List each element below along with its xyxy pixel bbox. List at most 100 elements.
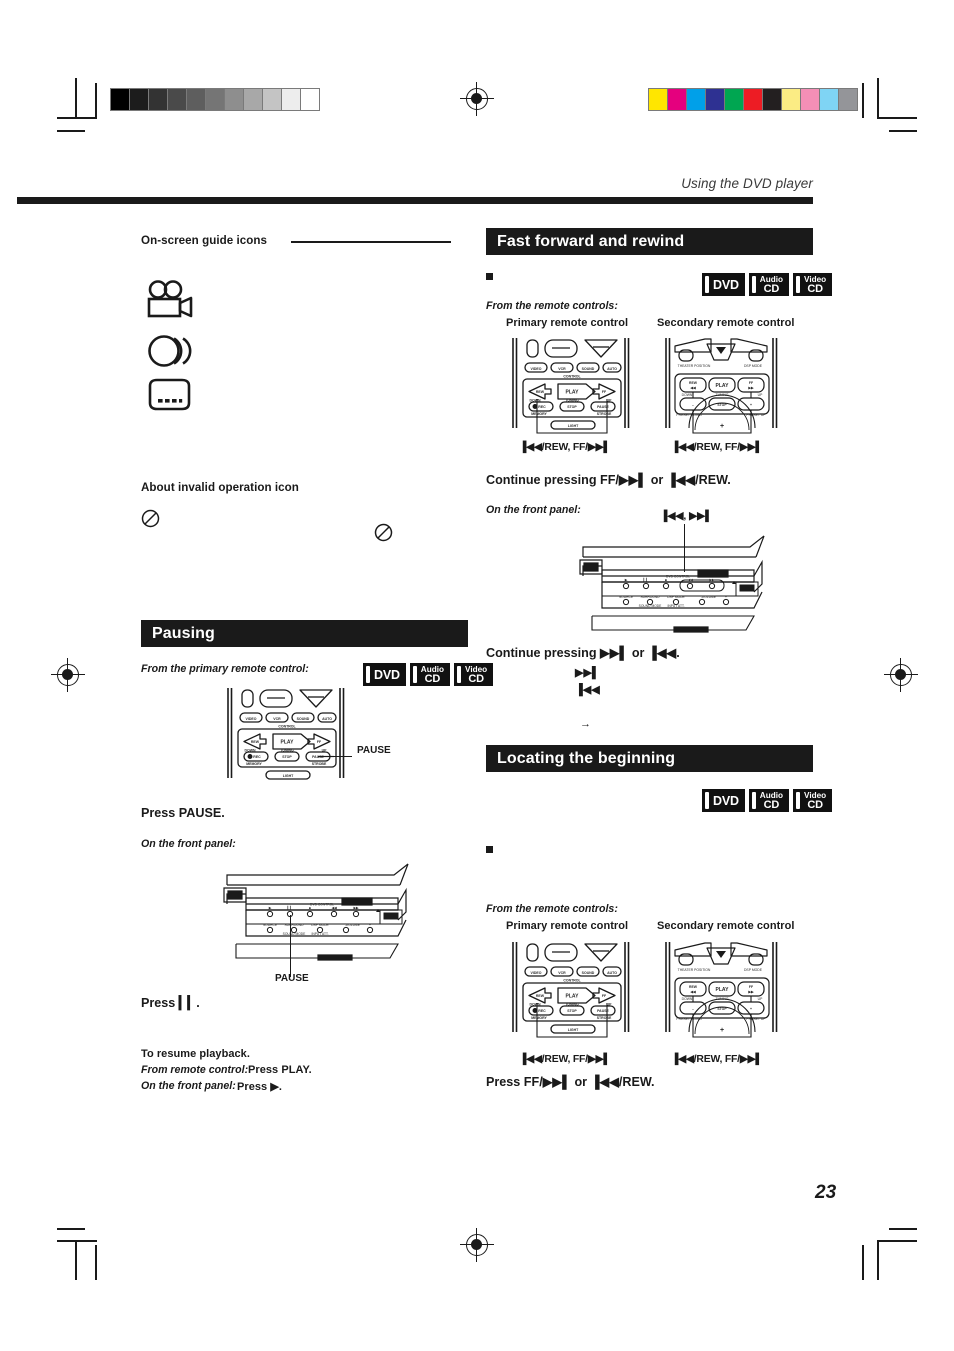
grayscale-step-wedge [110, 88, 320, 111]
gray-swatch-1 [129, 88, 149, 111]
locating-secondary-remote-label: Secondary remote control [657, 920, 795, 932]
svg-text:DOWN: DOWN [244, 749, 256, 753]
svg-text:–: – [692, 1007, 694, 1011]
crop-mark-br2-v [862, 1245, 864, 1280]
gray-swatch-5 [205, 88, 225, 111]
svg-text:STROBE: STROBE [597, 412, 612, 416]
press-word: Press [141, 996, 176, 1010]
color-swatch-8 [800, 88, 820, 111]
color-swatch-5 [743, 88, 763, 111]
svg-text:UP: UP [758, 997, 763, 1001]
svg-text:SOUND: SOUND [582, 971, 595, 975]
pause-glyph: ▎▎ [178, 996, 197, 1010]
svg-text:SOUND: SOUND [297, 717, 310, 721]
header-rule [17, 197, 813, 204]
subtitle-screen-icon [148, 378, 191, 411]
crop-mark-tr2-v [862, 83, 864, 118]
svg-text:DSP MODE: DSP MODE [744, 364, 763, 368]
svg-text:SOUND MODE: SOUND MODE [283, 932, 307, 936]
front-panel-diagram-ff: DVD CONTROL ▶ ▎▎ ■ ◀◀ ▶▶ SOURCE SURROUND DSP … [578, 532, 768, 642]
svg-text:INPUT ATT.: INPUT ATT. [667, 604, 684, 608]
svg-text:SOURCE: SOURCE [619, 595, 634, 599]
svg-text:SOURCE: SOURCE [263, 923, 278, 927]
svg-text:▶: ▶ [269, 906, 272, 910]
badge-video-cd: Video CD [454, 663, 494, 686]
crop-mark-bl2-v [95, 1245, 97, 1280]
gray-swatch-6 [224, 88, 244, 111]
svg-text:+: + [725, 595, 727, 599]
svg-text:–: – [701, 595, 703, 599]
invalid-operation-heading: About invalid operation icon [141, 481, 299, 494]
ff-secondary-callout: ▐◀◀/REW, FF/▶▶▌ [671, 442, 763, 453]
pausing-callout-line [334, 756, 352, 758]
locating-from-remotes-label: From the remote controls: [486, 903, 618, 915]
ff-secondary-remote-label: Secondary remote control [657, 317, 795, 329]
gray-swatch-0 [110, 88, 130, 111]
media-badges-fast-forward: DVD Audio CD Video CD [702, 273, 833, 296]
locating-instruction: Press FF/▶▶▌ or ▐◀◀/REW. [486, 1075, 655, 1089]
ff-primary-remote-label: Primary remote control [506, 317, 629, 329]
svg-text:+: + [720, 1027, 724, 1034]
svg-text:–: – [345, 923, 347, 927]
resume-row-1-value: Press ▶. [237, 1081, 282, 1093]
svg-text:PRESET UP: PRESET UP [746, 1017, 766, 1021]
media-badges-pausing: DVD Audio CD Video CD [363, 663, 494, 686]
badge-video-cd: Video CD [793, 789, 833, 812]
resume-row-0-value: Press PLAY. [248, 1064, 312, 1076]
svg-text:VIDEO: VIDEO [531, 971, 542, 975]
bullet-fast-forward [486, 273, 493, 280]
svg-text:+: + [369, 923, 371, 927]
no-entry-icon [141, 509, 160, 528]
svg-text:STROBE: STROBE [597, 1016, 612, 1020]
color-swatch-10 [838, 88, 858, 111]
badge-audio-cd: Audio CD [748, 789, 789, 812]
svg-text:AUTO: AUTO [607, 367, 617, 371]
svg-text:DOWN: DOWN [529, 1003, 541, 1007]
primary-remote-diagram-ff: VIDEO VCR SOUND AUTO CONTROL REW PLAY FF DOWN… [507, 336, 635, 434]
front-panel-diagram-pausing: DVD CONTROL ▶ ▎▎ ■ ◀◀ ▶▶ SOURCE SURROUND DSP … [222, 860, 412, 970]
gray-swatch-4 [186, 88, 206, 111]
badge-audio-cd: Audio CD [409, 663, 450, 686]
color-swatch-1 [667, 88, 687, 111]
pausing-front-press-instruction: Press ▎▎. [141, 995, 200, 1010]
pausing-remote-callout-label: PAUSE [357, 745, 391, 756]
svg-text:FF: FF [749, 985, 753, 989]
gray-swatch-10 [300, 88, 320, 111]
resume-row-0-label: From remote control: [141, 1064, 249, 1076]
svg-text:DOWN: DOWN [682, 997, 693, 1001]
svg-text:SOUND MODE: SOUND MODE [639, 604, 663, 608]
svg-text:▶▶: ▶▶ [353, 906, 359, 910]
svg-text:UP: UP [758, 393, 763, 397]
color-swatch-6 [762, 88, 782, 111]
svg-text:DSP MODE: DSP MODE [744, 968, 763, 972]
svg-text:REC: REC [538, 405, 546, 409]
ff-primary-callout: ▐◀◀/REW, FF/▶▶▌ [519, 442, 611, 453]
resume-row-1-label: On the front panel: [141, 1080, 236, 1092]
svg-text:STROBE: STROBE [312, 762, 327, 766]
svg-text:▎▎: ▎▎ [642, 578, 648, 582]
svg-text:–: – [692, 403, 694, 407]
pausing-front-callout-line [290, 915, 292, 977]
svg-text:STOP: STOP [282, 755, 292, 759]
svg-text:SURROUND: SURROUND [640, 595, 660, 599]
svg-text:SOUND: SOUND [582, 367, 595, 371]
ff-glyph-forward: ▶▶▌ [575, 667, 600, 679]
svg-text:CONTROL: CONTROL [278, 725, 296, 729]
crop-mark-tl-v [75, 78, 77, 118]
svg-text:REW: REW [689, 381, 698, 385]
pausing-press-instruction: Press PAUSE. [141, 806, 225, 820]
svg-text:DSP MODE: DSP MODE [311, 923, 329, 927]
svg-text:VIDEO: VIDEO [531, 367, 542, 371]
gray-swatch-3 [167, 88, 187, 111]
primary-remote-diagram-pausing: VIDEO VCR SOUND AUTO CONTROL REW PLAY FF DOWN… [222, 686, 350, 784]
crop-mark-tr-h [877, 117, 917, 119]
badge-dvd: DVD [702, 789, 745, 812]
svg-text:DOWN: DOWN [529, 399, 541, 403]
gray-swatch-8 [262, 88, 282, 111]
secondary-remote-diagram-ff: THEATER POSITION DSP MODE REW ◀◀ PLAY FF ▶▶… [661, 336, 783, 434]
crop-mark-bl-v [75, 1240, 77, 1280]
crop-mark-tr-v [877, 78, 879, 118]
svg-text:LIGHT: LIGHT [283, 774, 294, 778]
svg-text:DOWN: DOWN [682, 393, 693, 397]
svg-text:STOP: STOP [567, 405, 577, 409]
